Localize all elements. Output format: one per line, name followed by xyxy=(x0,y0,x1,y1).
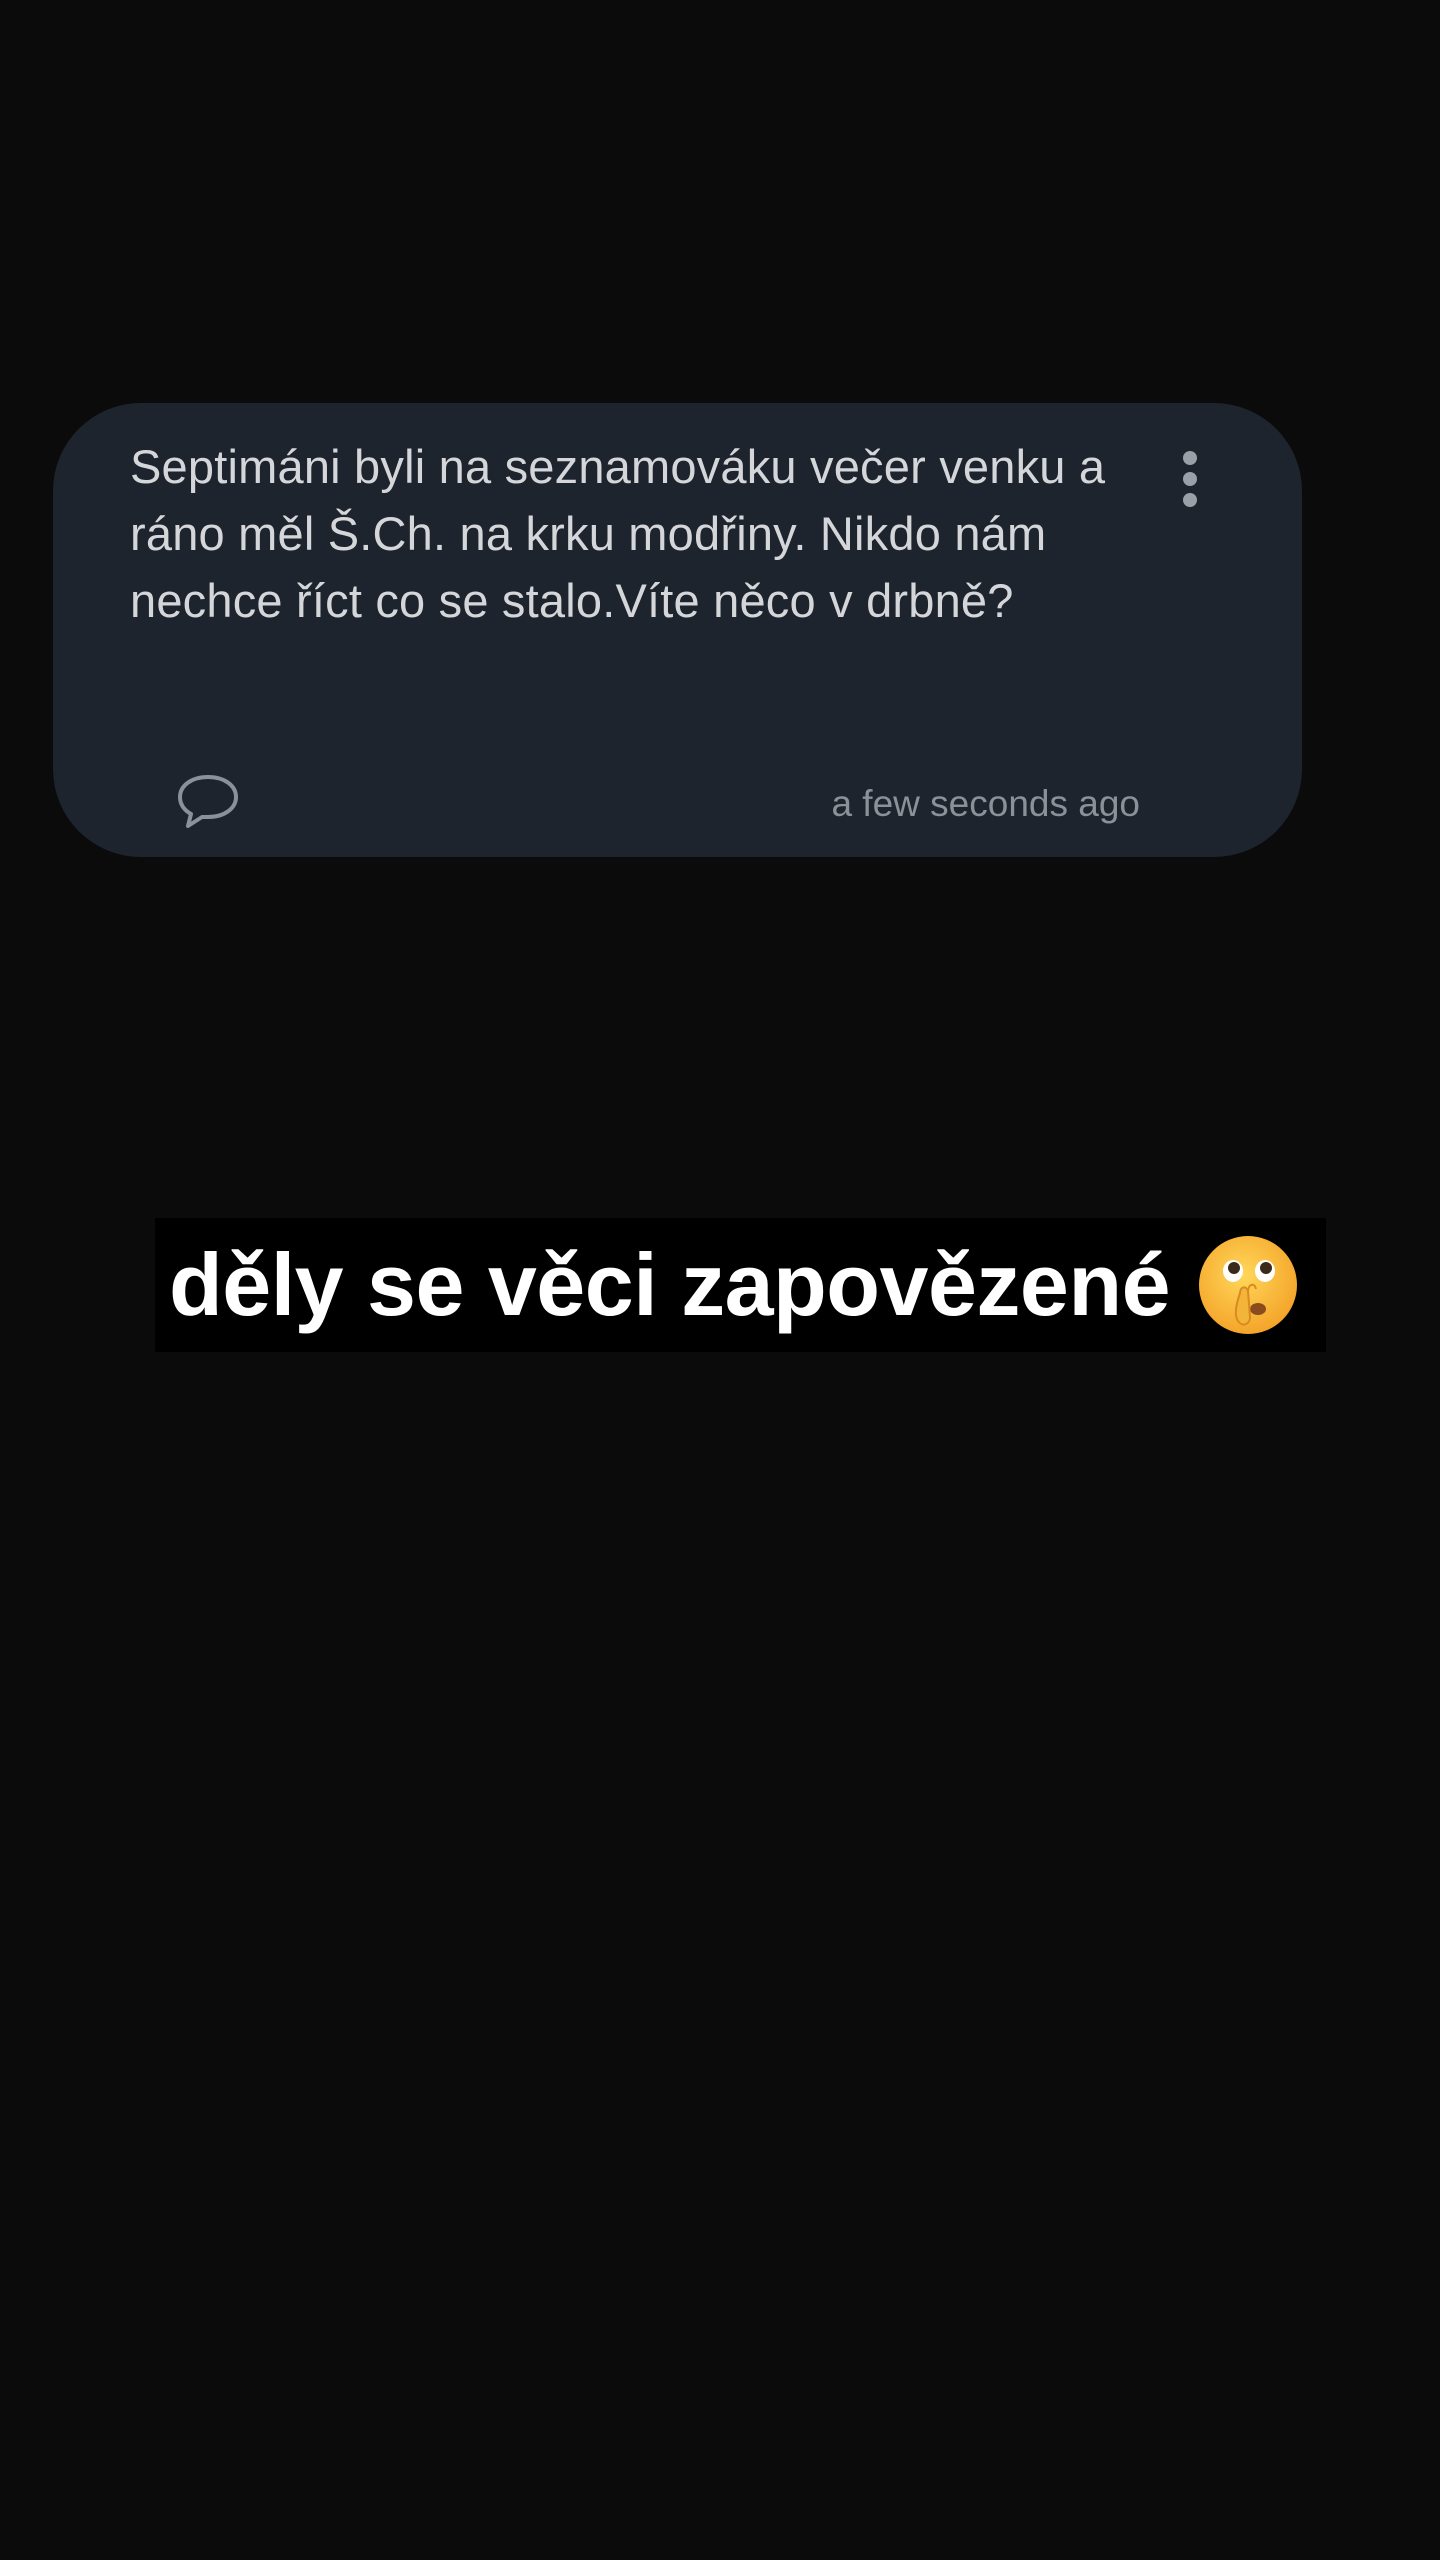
story-caption: děly se věci zapovězené xyxy=(155,1218,1327,1352)
more-vertical-icon-dot xyxy=(1183,493,1197,507)
comment-button[interactable] xyxy=(173,771,243,833)
more-vertical-icon-dot xyxy=(1183,472,1197,486)
more-options-button[interactable] xyxy=(1165,437,1215,521)
post-card: Septimáni byli na seznamováku večer venk… xyxy=(53,403,1302,857)
comment-bubble-icon xyxy=(178,775,238,828)
caption-text: děly se věci zapovězené xyxy=(169,1235,1171,1334)
shushing-face-icon xyxy=(1199,1236,1298,1334)
post-timestamp: a few seconds ago xyxy=(831,783,1140,824)
post-text: Septimáni byli na seznamováku večer venk… xyxy=(130,440,1106,627)
more-vertical-icon xyxy=(1183,451,1197,465)
